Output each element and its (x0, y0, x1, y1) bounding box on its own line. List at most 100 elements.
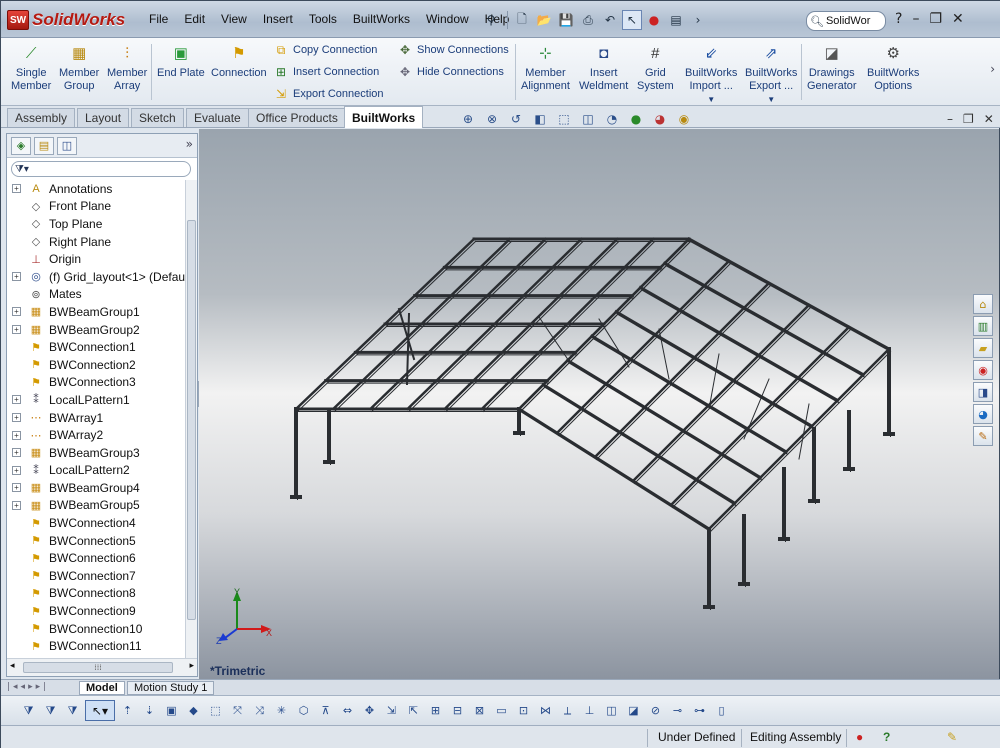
menu-file[interactable]: File (141, 12, 176, 26)
expand-toggle-icon[interactable]: + (12, 448, 21, 458)
selection-filter-icon[interactable]: ⊸ (668, 701, 687, 720)
scroll-left-icon[interactable]: ◂ (10, 661, 15, 671)
filter-input[interactable]: ⧩▾ (11, 161, 191, 177)
filter-faces-icon[interactable]: ⧩ (63, 701, 82, 720)
tree-item[interactable]: + ▦ BWBeamGroup1 (7, 303, 185, 321)
scroll-right-icon[interactable]: ▸ (189, 661, 194, 671)
tree-item[interactable]: ◇ Top Plane (7, 215, 185, 233)
feature-manager-tab-icon[interactable]: ◈ (11, 136, 31, 155)
menu-edit[interactable]: Edit (176, 12, 213, 26)
tree-horizontal-scrollbar[interactable]: ◂ ⁞⁞⁞ ▸ (7, 658, 197, 676)
expand-toggle-icon[interactable]: + (12, 395, 21, 405)
doc-minimize-icon[interactable]: – (947, 112, 953, 126)
export-connection-button[interactable]: ⇲ Export Connection (273, 86, 384, 102)
help-icon[interactable]: ? (895, 11, 902, 27)
horizontal-scroll-thumb[interactable]: ⁞⁞⁞ (23, 662, 173, 673)
tab-motion-study-1[interactable]: Motion Study 1 (127, 681, 215, 695)
home-icon[interactable]: ⌂ (973, 294, 993, 314)
tree-item[interactable]: ⚑ BWConnection2 (7, 356, 185, 374)
selection-filter-icon[interactable]: ▭ (492, 701, 511, 720)
expand-toggle-icon[interactable]: + (12, 483, 21, 493)
selection-filter-icon[interactable]: ⊼ (316, 701, 335, 720)
zoom-to-fit-icon[interactable]: ⊕ (459, 111, 477, 127)
restore-icon[interactable]: ❐ (929, 11, 942, 27)
dropdown-arrow-icon[interactable]: ▼ (767, 93, 775, 106)
expand-toggle-icon[interactable]: + (12, 307, 21, 317)
selection-filter-icon[interactable]: ⟂ (558, 701, 577, 720)
tree-item[interactable]: ⚑ BWConnection3 (7, 374, 185, 392)
save-icon[interactable]: 💾 (556, 10, 576, 30)
tab-scroll-arrows-icon[interactable]: |◂◂▸▸| (7, 682, 49, 692)
selection-filter-icon[interactable]: ⊠ (470, 701, 489, 720)
undo-icon[interactable]: ↶ (600, 10, 620, 30)
pin-icon[interactable]: ⚲ (481, 10, 501, 30)
connection-button[interactable]: ⚑ Connection (211, 42, 267, 80)
custom-properties-icon[interactable]: ✎ (973, 426, 993, 446)
selection-filter-icon[interactable]: ▯ (712, 701, 731, 720)
search-results-icon[interactable]: ◉ (973, 360, 993, 380)
tree-item[interactable]: ⚑ BWConnection7 (7, 567, 185, 585)
view-settings-icon[interactable]: ◉ (675, 111, 693, 127)
single-member-button[interactable]: ⟋ Single Member (11, 42, 51, 93)
expand-toggle-icon[interactable]: + (12, 413, 21, 423)
selection-filter-icon[interactable]: ⊘ (646, 701, 665, 720)
rebuild-status-icon[interactable]: ● (856, 730, 863, 744)
steel-member[interactable] (658, 328, 670, 380)
builtworks-export-button[interactable]: ⇗ BuiltWorks Export ... ▼ (745, 42, 797, 106)
menu-insert[interactable]: Insert (255, 12, 301, 26)
tree-item[interactable]: ⊥ Origin (7, 250, 185, 268)
tree-item[interactable]: + ▦ BWBeamGroup5 (7, 497, 185, 515)
close-icon[interactable]: ✕ (952, 11, 964, 27)
tab-sketch[interactable]: Sketch (131, 108, 184, 127)
expand-toggle-icon[interactable]: + (12, 325, 21, 335)
selection-filter-icon[interactable]: ⤧ (228, 701, 247, 720)
expand-toggle-icon[interactable]: + (12, 430, 21, 440)
tree-item[interactable]: ◇ Front Plane (7, 198, 185, 216)
zoom-area-icon[interactable]: ⊗ (483, 111, 501, 127)
selection-filter-icon[interactable]: ⇣ (140, 701, 159, 720)
select-tool-icon[interactable]: ↖▾ (85, 700, 115, 721)
tree-item[interactable]: ⚑ BWConnection10 (7, 620, 185, 638)
selection-filter-icon[interactable]: ⊥ (580, 701, 599, 720)
tab-model[interactable]: Model (79, 681, 125, 695)
options-icon[interactable]: ▤ (666, 10, 686, 30)
tree-item[interactable]: ⚑ BWConnection1 (7, 338, 185, 356)
menu-tools[interactable]: Tools (301, 12, 345, 26)
insert-connection-button[interactable]: ⊞ Insert Connection (273, 64, 379, 80)
hide-show-items-icon[interactable]: ◔ (603, 111, 621, 127)
copy-connection-button[interactable]: ⧉ Copy Connection (273, 42, 378, 58)
tree-item[interactable]: + ◎ (f) Grid_layout<1> (Defaul (7, 268, 185, 286)
show-connections-button[interactable]: ✥ Show Connections (397, 42, 509, 58)
steel-frame-model[interactable]: Y X Z (199, 129, 999, 679)
selection-filter-icon[interactable]: ✥ (360, 701, 379, 720)
tree-item[interactable]: + ▦ BWBeamGroup3 (7, 444, 185, 462)
selection-filter-icon[interactable]: ⤨ (250, 701, 269, 720)
tab-layout[interactable]: Layout (77, 108, 130, 127)
appearances-icon[interactable]: ◕ (973, 404, 993, 424)
configuration-manager-tab-icon[interactable]: ◫ (57, 136, 77, 155)
open-folder-icon[interactable]: 📂 (534, 10, 554, 30)
tree-item[interactable]: + ⋯ BWArray2 (7, 426, 185, 444)
member-group-button[interactable]: ▦ Member Group (59, 42, 99, 93)
expand-toggle-icon[interactable]: + (12, 184, 21, 194)
tree-scroll-thumb[interactable] (187, 220, 196, 620)
file-explorer-icon[interactable]: ▰ (973, 338, 993, 358)
print-icon[interactable]: ⎙ (578, 10, 598, 30)
tree-item[interactable]: + ▦ BWBeamGroup4 (7, 479, 185, 497)
selection-filter-icon[interactable]: ◫ (602, 701, 621, 720)
member-array-button[interactable]: ⫶ Member Array (107, 42, 147, 93)
search-box[interactable]: 🔍︎ SolidWor (806, 11, 886, 31)
tab-evaluate[interactable]: Evaluate (186, 108, 249, 127)
member-alignment-button[interactable]: ⊹ Member Alignment (521, 42, 570, 93)
view-orientation-icon[interactable]: ⬚ (555, 111, 573, 127)
selection-filter-icon[interactable]: ⊞ (426, 701, 445, 720)
graphics-area[interactable]: Y X Z ⌂ ▥ ▰ ◉ ◨ ◕ ✎ (199, 129, 999, 679)
edit-appearance-icon[interactable]: ● (627, 111, 645, 127)
display-style-icon[interactable]: ◫ (579, 111, 597, 127)
design-library-icon[interactable]: ▥ (973, 316, 993, 336)
builtworks-import-button[interactable]: ⇙ BuiltWorks Import ... ▼ (685, 42, 737, 106)
rebuild-traffic-light-icon[interactable]: ● (644, 10, 664, 30)
selection-filter-icon[interactable]: ◪ (624, 701, 643, 720)
tree-item[interactable]: ⚑ BWConnection8 (7, 585, 185, 603)
selection-filter-icon[interactable]: ⇡ (118, 701, 137, 720)
